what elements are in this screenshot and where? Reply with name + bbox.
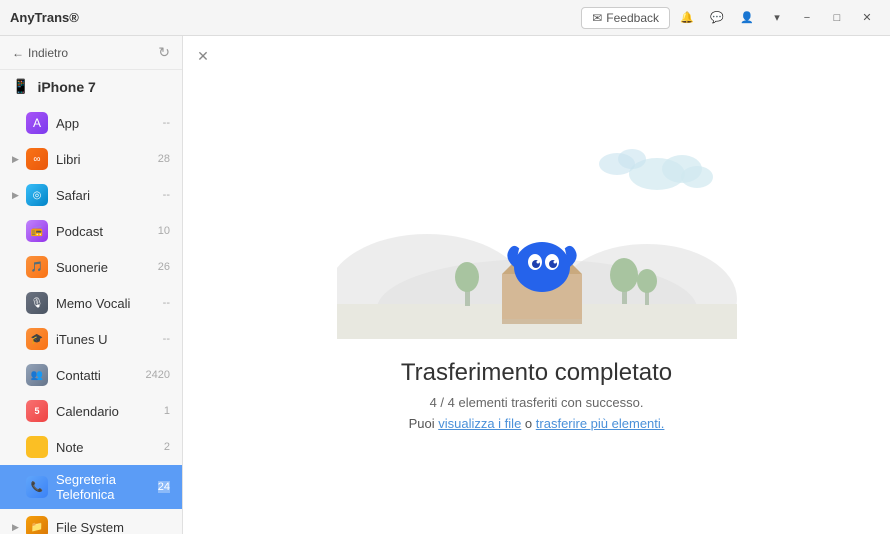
sidebar-items-list: AApp--▶∞Libri28▶◎Safari--📻Podcast10🎵Suon… [0, 105, 182, 534]
maximize-button[interactable]: □ [824, 8, 850, 28]
icon-voicemail: 📞 [26, 476, 48, 498]
minimize-button[interactable]: − [794, 8, 820, 28]
icon-notes [26, 436, 48, 458]
icon-filesystem: 📁 [26, 516, 48, 534]
item-count-memo: -- [163, 297, 170, 309]
item-count-books: 28 [158, 153, 170, 165]
content-close-button[interactable]: ✕ [193, 46, 213, 66]
message-icon-button[interactable]: 💬 [704, 8, 730, 28]
item-label-contacts: Contatti [56, 368, 146, 383]
item-label-voicemail: Segreteria Telefonica [56, 472, 158, 502]
item-label-books: Libri [56, 152, 158, 167]
icon-memo: 🎙 [26, 292, 48, 314]
content-area: ✕ [183, 36, 890, 534]
item-count-notes: 2 [164, 441, 170, 453]
icon-ringtone: 🎵 [26, 256, 48, 278]
device-name: 📱 iPhone 7 [0, 70, 182, 105]
item-count-contacts: 2420 [146, 369, 170, 381]
completion-title: Trasferimento completato [401, 359, 672, 387]
close-button[interactable]: ✕ [854, 8, 880, 28]
sidebar-item-app[interactable]: A App-- [0, 105, 182, 141]
sidebar-item-calendar[interactable]: 5 Calendario1 [0, 393, 182, 429]
sidebar-item-books[interactable]: ▶ ∞ Libri28 [0, 141, 182, 177]
titlebar-controls: ✉ Feedback 🔔 💬 👤 ▾ − □ ✕ [581, 7, 880, 29]
item-label-app: App [56, 116, 163, 131]
item-label-memo: Memo Vocali [56, 296, 163, 311]
back-button[interactable]: ← Indietro [12, 46, 68, 60]
dropdown-arrow-button[interactable]: ▾ [764, 8, 790, 28]
icon-itunes: 🎓 [26, 328, 48, 350]
sidebar-item-voicemail[interactable]: 📞 Segreteria Telefonica24 [0, 465, 182, 509]
completion-links: Puoi visualizza i file o trasferire più … [401, 416, 672, 431]
expand-arrow-filesystem: ▶ [12, 522, 22, 533]
item-count-safari: -- [163, 189, 170, 201]
app-title-text: AnyTrans® [10, 10, 79, 25]
sidebar-item-ringtone[interactable]: 🎵 Suonerie26 [0, 249, 182, 285]
sidebar-item-safari[interactable]: ▶ ◎ Safari-- [0, 177, 182, 213]
item-label-notes: Note [56, 440, 164, 455]
phone-icon: 📱 [12, 78, 29, 95]
illustration-container: Trasferimento completato 4 / 4 elementi … [337, 119, 737, 451]
completion-text-block: Trasferimento completato 4 / 4 elementi … [401, 359, 672, 431]
mail-icon: ✉ [592, 11, 602, 25]
sidebar-header: ← Indietro ↻ [0, 36, 182, 70]
user-icon-button[interactable]: 👤 [734, 8, 760, 28]
sidebar-item-itunes[interactable]: 🎓 iTunes U-- [0, 321, 182, 357]
back-arrow-icon: ← [12, 46, 24, 60]
item-count-app: -- [163, 117, 170, 129]
icon-safari: ◎ [26, 184, 48, 206]
sidebar-item-filesystem[interactable]: ▶ 📁 File System [0, 509, 182, 534]
feedback-button[interactable]: ✉ Feedback [581, 7, 670, 29]
item-label-safari: Safari [56, 188, 163, 203]
sidebar-item-contacts[interactable]: 👥 Contatti2420 [0, 357, 182, 393]
refresh-button[interactable]: ↻ [158, 44, 170, 61]
item-count-podcast: 10 [158, 225, 170, 237]
completion-illustration [337, 119, 737, 339]
bell-icon-button[interactable]: 🔔 [674, 8, 700, 28]
icon-app: A [26, 112, 48, 134]
icon-books: ∞ [26, 148, 48, 170]
sidebar-item-memo[interactable]: 🎙 Memo Vocali-- [0, 285, 182, 321]
item-label-itunes: iTunes U [56, 332, 163, 347]
icon-contacts: 👥 [26, 364, 48, 386]
item-label-ringtone: Suonerie [56, 260, 158, 275]
item-count-ringtone: 26 [158, 261, 170, 273]
sidebar-item-notes[interactable]: Note2 [0, 429, 182, 465]
titlebar: AnyTrans® ✉ Feedback 🔔 💬 👤 ▾ − □ ✕ [0, 0, 890, 36]
item-label-filesystem: File System [56, 520, 170, 534]
main-container: ← Indietro ↻ 📱 iPhone 7 AApp--▶∞Libri28▶… [0, 36, 890, 534]
view-files-link[interactable]: visualizza i file [438, 416, 521, 431]
app-title: AnyTrans® [10, 10, 79, 25]
expand-arrow-books: ▶ [12, 154, 22, 165]
item-label-calendar: Calendario [56, 404, 164, 419]
icon-calendar: 5 [26, 400, 48, 422]
sidebar: ← Indietro ↻ 📱 iPhone 7 AApp--▶∞Libri28▶… [0, 36, 183, 534]
expand-arrow-safari: ▶ [12, 190, 22, 201]
completion-subtitle: 4 / 4 elementi trasferiti con successo. [401, 395, 672, 410]
transfer-more-link[interactable]: trasferire più elementi. [536, 416, 665, 431]
item-count-calendar: 1 [164, 405, 170, 417]
item-count-itunes: -- [163, 333, 170, 345]
sidebar-item-podcast[interactable]: 📻 Podcast10 [0, 213, 182, 249]
back-label: Indietro [28, 46, 68, 60]
item-count-voicemail: 24 [158, 481, 170, 493]
item-label-podcast: Podcast [56, 224, 158, 239]
icon-podcast: 📻 [26, 220, 48, 242]
